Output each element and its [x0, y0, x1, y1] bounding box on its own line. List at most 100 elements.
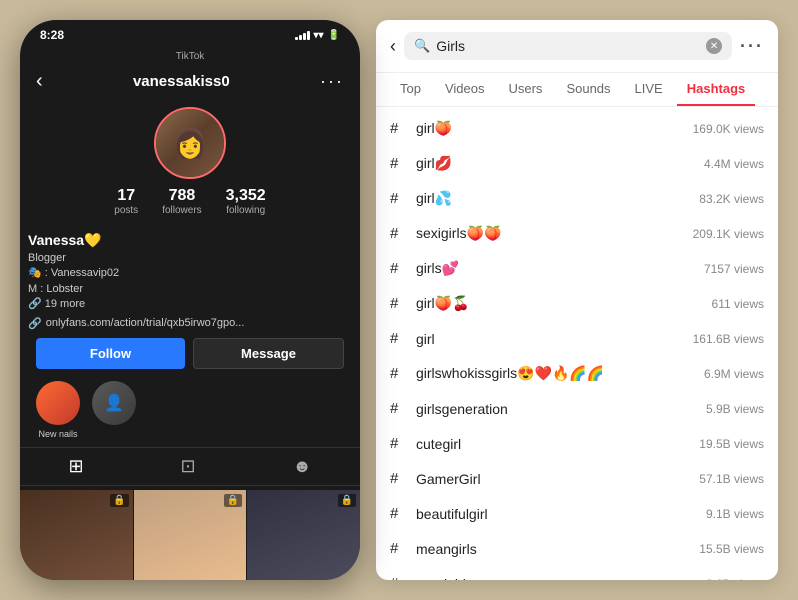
posts-count: 17 — [114, 187, 138, 205]
hashtag-item[interactable]: #beautifulgirl9.1B views — [376, 496, 778, 531]
tab-liked-icon[interactable]: ☻ — [293, 456, 312, 477]
highlight-empty[interactable]: 👤 — [92, 381, 136, 439]
hashtag-name: girlsgeneration — [416, 401, 696, 417]
hashtag-views: 9.1B views — [706, 507, 764, 521]
highlight-circle2: 👤 — [92, 381, 136, 425]
status-right: ▾▾ 🔋 — [295, 30, 341, 41]
more-button[interactable]: ··· — [320, 71, 344, 92]
hashtag-name: girl🍑 — [416, 120, 683, 137]
hashtag-symbol: # — [390, 505, 406, 522]
hashtag-symbol: # — [390, 225, 406, 242]
hashtag-views: 6.9M views — [704, 367, 764, 381]
search-bar[interactable]: 🔍 Girls ✕ — [404, 32, 732, 60]
content-tabs: ⊞ ⊡ ☻ — [20, 447, 360, 486]
hashtag-name: girl🍑🍒 — [416, 295, 702, 312]
lock-icon-1: 🔒 — [110, 494, 128, 507]
hashtag-name: GamerGirl — [416, 471, 689, 487]
hashtag-views: 4.4M views — [704, 157, 764, 171]
tab-hashtags[interactable]: Hashtags — [677, 73, 756, 106]
hashtag-views: 611 views — [712, 297, 764, 311]
tab-users[interactable]: Users — [498, 73, 552, 106]
hashtag-views: 3.6B views — [706, 577, 764, 581]
hashtag-item[interactable]: #sexigirls🍑🍑209.1K views — [376, 216, 778, 251]
following-count: 3,352 — [226, 187, 266, 205]
hashtag-item[interactable]: # girl💦 83.2K views — [376, 181, 778, 216]
tab-grid-icon[interactable]: ⊞ — [68, 456, 83, 477]
tab-live[interactable]: LIVE — [625, 73, 673, 106]
hashtag-symbol: # — [390, 120, 406, 137]
search-back-button[interactable]: ‹ — [390, 36, 396, 57]
hashtag-symbol: # — [390, 295, 406, 312]
hashtag-symbol: # — [390, 260, 406, 277]
hashtag-symbol: # — [390, 155, 406, 172]
profile-username: vanessakiss0 — [133, 73, 230, 90]
hashtag-views: 161.6B views — [693, 332, 764, 346]
hashtag-name: cutegirl — [416, 436, 689, 452]
hashtag-item[interactable]: #girl🍑169.0K views — [376, 111, 778, 146]
hashtag-name: sexigirls🍑🍑 — [416, 225, 683, 242]
hashtag-symbol: # — [390, 365, 406, 382]
search-tabs: Top Videos Users Sounds LIVE Hashtags — [376, 73, 778, 107]
hashtag-symbol: # — [390, 190, 406, 207]
signal-icon — [295, 30, 310, 40]
wifi-icon: ▾▾ — [314, 30, 324, 41]
hashtag-name: girl💦 — [416, 190, 689, 207]
hashtag-symbol: # — [390, 575, 406, 580]
hashtag-item[interactable]: #cutegirl19.5B views — [376, 426, 778, 461]
hashtag-item[interactable]: #girls💕7157 views — [376, 251, 778, 286]
hashtag-item[interactable]: #meangirls15.5B views — [376, 531, 778, 566]
bio-more: 🔗 19 more — [28, 297, 352, 312]
followers-label: followers — [162, 205, 201, 216]
posts-label: posts — [114, 205, 138, 216]
search-more-button[interactable]: ··· — [740, 36, 764, 57]
bio-line1: Blogger — [28, 251, 352, 266]
bio-line2: 🎭 : Vanessavip02 — [28, 266, 352, 281]
bio-line3: M : Lobster — [28, 282, 352, 297]
back-button[interactable]: ‹ — [36, 70, 43, 93]
highlight-label: New nails — [38, 429, 77, 439]
highlight-nails[interactable]: New nails — [36, 381, 80, 439]
highlight-img2: 👤 — [92, 381, 136, 425]
hashtag-item[interactable]: #girlsgeneration5.9B views — [376, 391, 778, 426]
hashtag-symbol: # — [390, 435, 406, 452]
hashtag-item[interactable]: # girlswhokissgirls😍❤️🔥🌈🌈 6.9M views — [376, 356, 778, 391]
lock-icon-2: 🔒 — [224, 494, 242, 507]
lock-icon-3: 🔒 — [338, 494, 356, 507]
search-header: ‹ 🔍 Girls ✕ ··· — [376, 20, 778, 73]
hashtag-item[interactable]: #girl161.6B views — [376, 321, 778, 356]
message-button[interactable]: Message — [193, 338, 344, 369]
search-icon: 🔍 — [414, 38, 430, 54]
hashtag-views: 5.9B views — [706, 402, 764, 416]
grid-item-3[interactable]: 🔒 — [247, 490, 360, 580]
hashtag-symbol: # — [390, 540, 406, 557]
grid-item-1[interactable]: 🔒 — [20, 490, 133, 580]
grid-container: 🔒 🔒 🔒 🔒 🔒 🔒 — [20, 490, 360, 580]
profile-bio: Blogger 🎭 : Vanessavip02 M : Lobster 🔗 1… — [28, 251, 352, 313]
highlight-circle — [36, 381, 80, 425]
hashtag-item[interactable]: # girl💋 4.4M views — [376, 146, 778, 181]
hashtag-name: girl — [416, 331, 683, 347]
hashtag-item[interactable]: #goodgirls3.6B views — [376, 566, 778, 580]
hashtag-name: girl💋 — [416, 155, 694, 172]
hashtag-list: #girl🍑169.0K views#girl💋4.4M views#girl💦… — [376, 107, 778, 580]
stats-row: 17 posts 788 followers 3,352 following — [114, 187, 265, 216]
tab-repost-icon[interactable]: ⊡ — [181, 456, 196, 477]
stat-posts: 17 posts — [114, 187, 138, 216]
phone-mockup: 8:28 ▾▾ 🔋 TikTok ‹ vanessakiss0 ··· — [20, 20, 360, 580]
grid-item-2[interactable]: 🔒 — [134, 490, 247, 580]
hashtag-views: 83.2K views — [699, 192, 764, 206]
tab-top[interactable]: Top — [390, 73, 431, 106]
follow-button[interactable]: Follow — [36, 338, 185, 369]
highlight-img — [36, 381, 80, 425]
hashtag-views: 7157 views — [704, 262, 764, 276]
hashtag-views: 15.5B views — [699, 542, 764, 556]
profile-link[interactable]: onlyfans.com/action/trial/qxb5irwo7gpo..… — [46, 317, 245, 329]
search-clear-button[interactable]: ✕ — [706, 38, 722, 54]
followers-count: 788 — [162, 187, 201, 205]
hashtag-item[interactable]: #GamerGirl57.1B views — [376, 461, 778, 496]
hashtag-name: girlswhokissgirls😍❤️🔥🌈🌈 — [416, 365, 694, 382]
tab-sounds[interactable]: Sounds — [556, 73, 620, 106]
hashtag-item[interactable]: # girl🍑🍒 611 views — [376, 286, 778, 321]
tab-videos[interactable]: Videos — [435, 73, 495, 106]
profile-name: Vanessa💛 — [28, 232, 352, 249]
